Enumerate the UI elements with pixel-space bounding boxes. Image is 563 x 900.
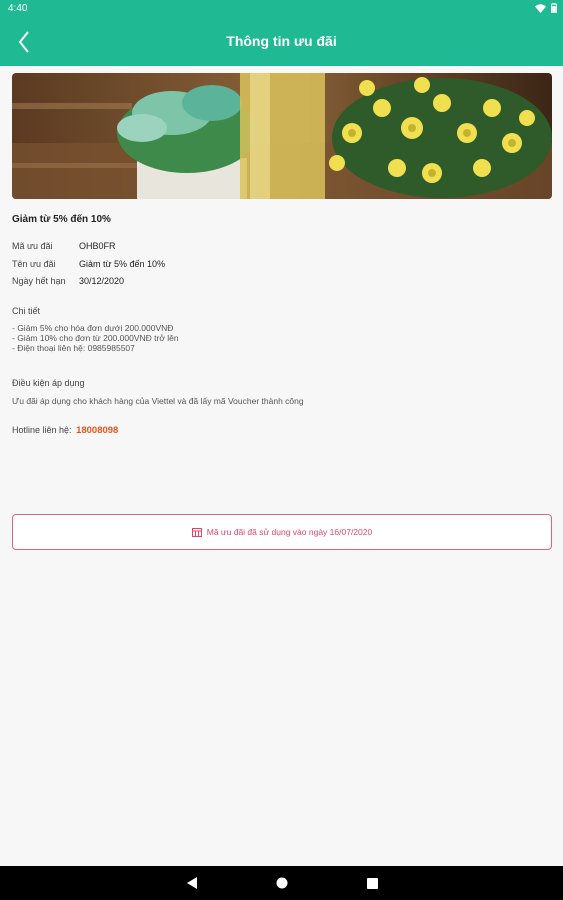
voucher-used-notice: Mã ưu đãi đã sử dụng vào ngày 16/07/2020 (12, 514, 552, 550)
app-bar: Thông tin ưu đãi (0, 18, 563, 66)
nav-recents-button[interactable] (364, 875, 380, 891)
promo-code-value: OHB0FR (79, 241, 116, 251)
wifi-icon (535, 3, 546, 13)
hotline: Hotline liên hệ: 18008098 (12, 425, 118, 436)
promo-banner-image (12, 73, 552, 199)
status-time: 4:40 (8, 3, 28, 14)
ticket-icon (191, 527, 202, 537)
detail-title: Chi tiết (12, 306, 41, 316)
condition-text: Ưu đãi áp dụng cho khách hàng của Viette… (12, 396, 304, 406)
home-circle-icon (276, 877, 288, 889)
back-triangle-icon (187, 877, 197, 889)
expiry-label: Ngày hết hạn (12, 276, 66, 286)
condition-title: Điều kiện áp dụng (12, 378, 85, 388)
hotline-label: Hotline liên hệ: (12, 425, 72, 435)
page-title: Thông tin ưu đãi (226, 33, 337, 49)
promo-name-label: Tên ưu đãi (12, 259, 56, 269)
status-icons (535, 3, 557, 13)
status-bar: 4:40 (0, 0, 563, 18)
promo-title: Giảm từ 5% đến 10% (12, 214, 111, 225)
battery-icon (551, 3, 557, 13)
recents-square-icon (366, 877, 378, 889)
promo-code-row: Mã ưu đãi OHB0FR (12, 241, 116, 251)
hotline-number[interactable]: 18008098 (76, 425, 118, 436)
voucher-used-text: Mã ưu đãi đã sử dụng vào ngày 16/07/2020 (206, 527, 373, 537)
promo-name-value: Giảm từ 5% đến 10% (79, 259, 166, 269)
system-nav-bar (0, 866, 563, 900)
promo-name-row: Tên ưu đãi Giảm từ 5% đến 10% (12, 259, 165, 269)
expiry-row: Ngày hết hạn 30/12/2020 (12, 276, 124, 286)
promo-code-label: Mã ưu đãi (12, 241, 53, 251)
nav-home-button[interactable] (274, 875, 290, 891)
nav-back-button[interactable] (184, 875, 200, 891)
detail-text: - Giảm 5% cho hóa đơn dưới 200.000VNĐ - … (12, 323, 179, 353)
expiry-value: 30/12/2020 (79, 276, 125, 286)
